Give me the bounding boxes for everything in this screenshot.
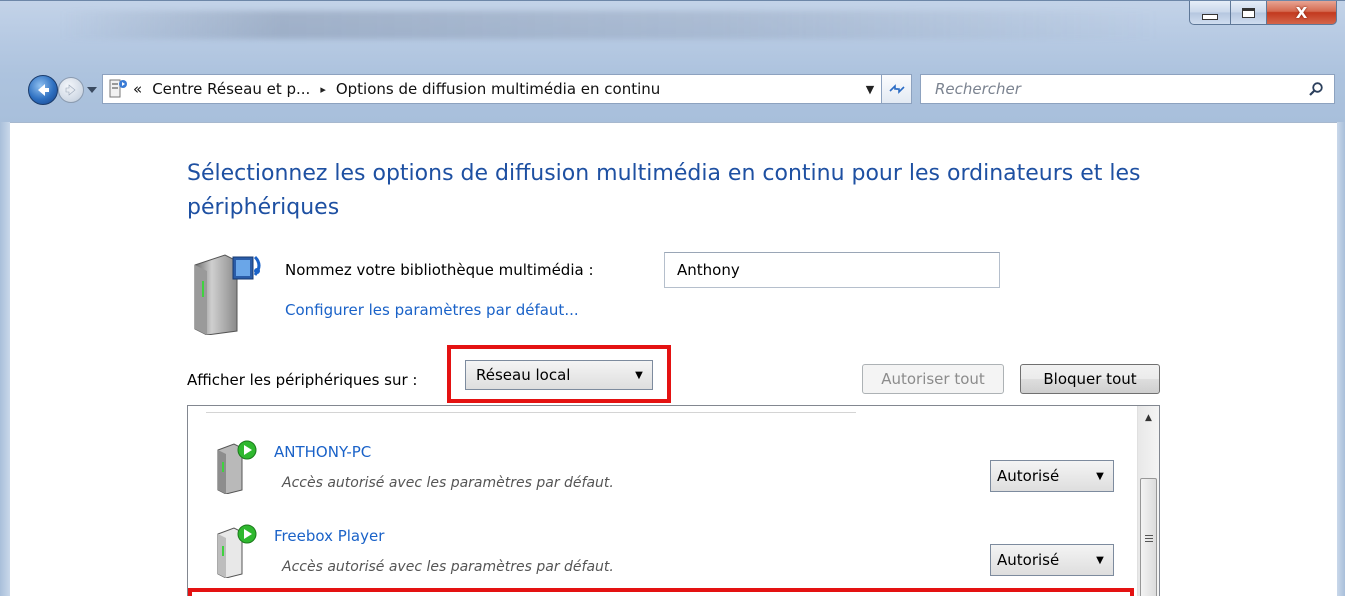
back-button[interactable] xyxy=(28,75,58,105)
maximize-icon xyxy=(1242,7,1255,18)
library-name-label: Nommez votre bibliothèque multimédia : xyxy=(285,261,594,279)
caption-buttons: X xyxy=(1189,1,1337,27)
device-name[interactable]: Freebox Player xyxy=(274,527,384,545)
forward-arrow-icon xyxy=(65,84,76,96)
scrollbar-thumb[interactable] xyxy=(1140,478,1157,596)
breadcrumb-network-center[interactable]: Centre Réseau et p... xyxy=(148,80,314,98)
chevron-down-icon: ▼ xyxy=(1096,554,1104,566)
chevron-down-icon: ▼ xyxy=(1096,470,1104,482)
search-box[interactable]: Rechercher xyxy=(920,74,1335,104)
device-row-freebox-player[interactable]: Freebox Player Accès autorisé avec les p… xyxy=(188,504,1138,588)
back-arrow-icon xyxy=(38,84,49,96)
navigation-bar: « Centre Réseau et p... ▸ Options de dif… xyxy=(10,56,1337,122)
network-filter-select[interactable]: Réseau local ▼ xyxy=(465,360,653,390)
search-input[interactable]: Rechercher xyxy=(921,80,1304,98)
scrollbar-grip-icon xyxy=(1145,535,1153,544)
explorer-window: X « Centre Réseau et p... ▸ Options de d… xyxy=(0,0,1345,596)
chevron-down-icon[interactable] xyxy=(86,85,98,95)
minimize-button[interactable] xyxy=(1189,1,1231,25)
device-status-value: Autorisé xyxy=(997,551,1060,569)
device-description: Accès autorisé avec les paramètres par d… xyxy=(282,475,614,491)
device-status-select[interactable]: Autorisé ▼ xyxy=(990,460,1114,492)
blurred-title-text xyxy=(60,11,1160,39)
content-pane: Sélectionnez les options de diffusion mu… xyxy=(10,122,1337,596)
allow-all-button[interactable]: Autoriser tout xyxy=(862,364,1004,394)
vertical-scrollbar[interactable]: ▲ xyxy=(1137,406,1159,596)
device-row-anthony-pc[interactable]: ANTHONY-PC Accès autorisé avec les param… xyxy=(188,420,1138,504)
breadcrumb-streaming-options[interactable]: Options de diffusion multimédia en conti… xyxy=(332,80,664,98)
maximize-button[interactable] xyxy=(1231,1,1267,25)
configure-defaults-link[interactable]: Configurer les paramètres par défaut... xyxy=(285,301,579,319)
minimize-icon xyxy=(1202,13,1218,20)
window-border-left xyxy=(0,122,10,596)
device-name[interactable]: ANTHONY-PC xyxy=(274,443,371,461)
network-folder-icon xyxy=(105,76,131,102)
page-title: Sélectionnez les options de diffusion mu… xyxy=(187,161,1141,220)
close-icon: X xyxy=(1295,3,1308,22)
address-dropdown-icon[interactable]: ▼ xyxy=(859,83,881,96)
refresh-button[interactable] xyxy=(882,74,912,104)
close-button[interactable]: X xyxy=(1267,1,1337,25)
media-library-icon xyxy=(189,251,267,336)
annotation-highlight-box xyxy=(188,588,1134,596)
device-status-select[interactable]: Autorisé ▼ xyxy=(990,544,1114,576)
scroll-up-arrow-icon[interactable]: ▲ xyxy=(1140,408,1157,428)
show-devices-label: Afficher les périphériques sur : xyxy=(187,371,418,389)
breadcrumb-separator-icon[interactable]: ▸ xyxy=(314,83,332,96)
search-icon[interactable] xyxy=(1304,77,1328,101)
address-bar[interactable]: « Centre Réseau et p... ▸ Options de dif… xyxy=(102,74,882,104)
refresh-icon xyxy=(888,84,905,94)
breadcrumb-overflow[interactable]: « xyxy=(133,80,142,98)
device-description: Accès autorisé avec les paramètres par d… xyxy=(282,559,614,575)
library-name-field[interactable] xyxy=(664,252,1000,288)
list-item-partial xyxy=(206,406,856,413)
block-all-button[interactable]: Bloquer tout xyxy=(1020,364,1160,394)
media-player-device-icon xyxy=(217,524,257,578)
window-border-right xyxy=(1337,122,1345,596)
media-computer-icon xyxy=(217,440,257,494)
chevron-down-icon: ▼ xyxy=(635,369,643,381)
device-list: ANTHONY-PC Accès autorisé avec les param… xyxy=(187,405,1160,596)
network-filter-value: Réseau local xyxy=(476,366,571,384)
device-status-value: Autorisé xyxy=(997,467,1060,485)
forward-button[interactable] xyxy=(58,77,84,103)
